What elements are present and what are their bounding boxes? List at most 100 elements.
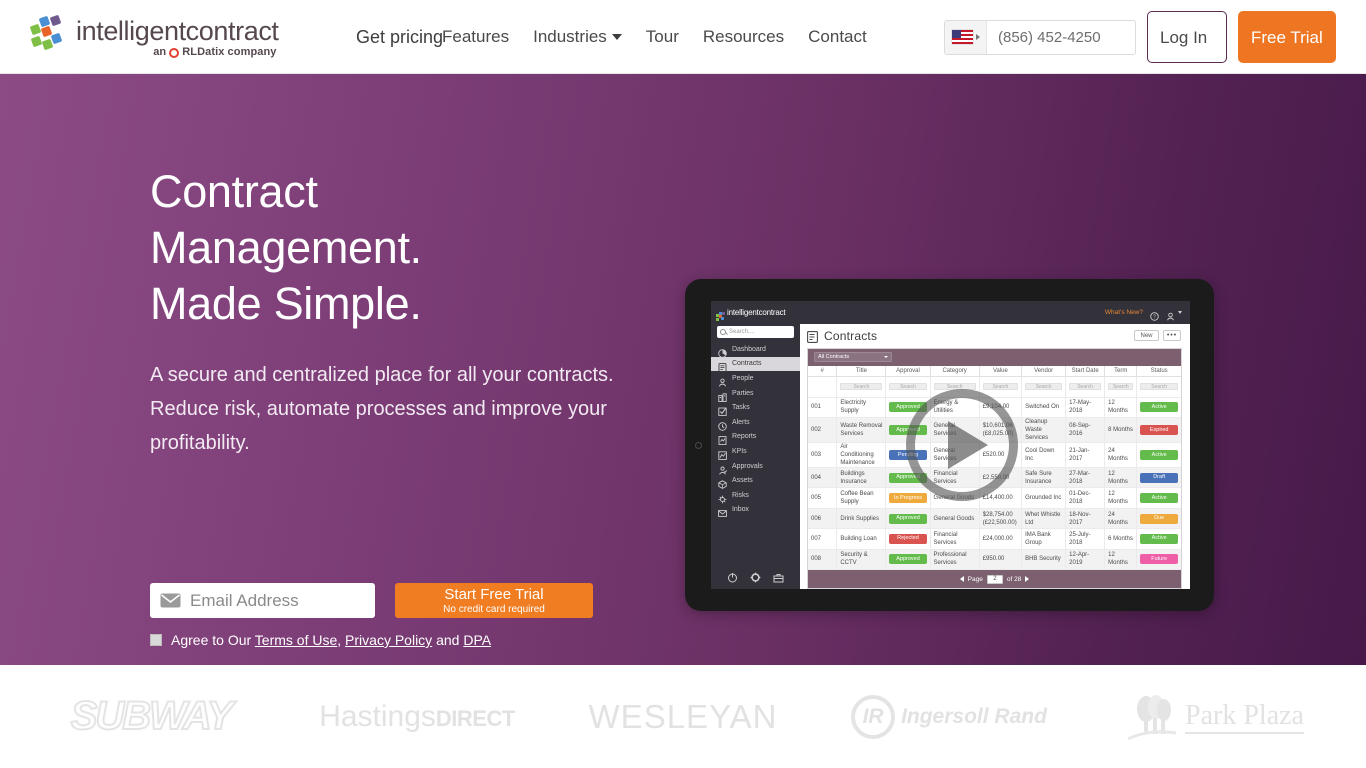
sidebar-item-parties[interactable]: Parties (711, 386, 800, 402)
column-header[interactable]: Category (930, 365, 980, 378)
table-header-row: # Title Approval Category Value Vendor Start D… (808, 365, 1181, 378)
sidebar-item-inbox[interactable]: Inbox (711, 503, 800, 518)
status-badge: Future (1140, 554, 1178, 565)
email-input-wrapper[interactable]: Email Address (150, 583, 375, 618)
sidebar-item-reports[interactable]: Reports (711, 430, 800, 446)
nav-item-tour[interactable]: Tour (634, 27, 691, 47)
sidebar-item-alerts[interactable]: Alerts (711, 415, 800, 431)
intelligentcontract-logo-icon (30, 14, 72, 54)
sidebar-item-contracts[interactable]: Contracts (711, 356, 800, 373)
cell-status: Active (1136, 442, 1181, 469)
table-row[interactable]: 006 Drink Supplies Approved General Goods $2… (808, 508, 1181, 530)
client-logo-hastings-direct: HastingsDIRECT (284, 677, 550, 757)
agree-comma: , (337, 632, 342, 648)
risks-icon (718, 491, 727, 504)
column-header[interactable]: Status (1136, 365, 1181, 378)
cell-status: Active (1136, 528, 1181, 550)
table-row[interactable]: 007 Building Loan Rejected Financial Servic… (808, 528, 1181, 550)
agree-checkbox[interactable] (150, 634, 162, 646)
sidebar-item-kpis[interactable]: KPIs (711, 444, 800, 460)
nav-item-contact[interactable]: Contact (796, 27, 879, 47)
column-search-input[interactable]: Search (1108, 383, 1134, 391)
whats-new-link[interactable]: What's New? (1105, 309, 1143, 316)
next-page-icon[interactable] (1025, 576, 1030, 582)
sidebar-item-tasks[interactable]: Tasks (711, 400, 800, 417)
status-badge: Active (1140, 493, 1178, 504)
log-in-button[interactable]: Log In (1147, 11, 1227, 63)
column-search-row: Search Search Search Search Search Search Sear… (808, 376, 1181, 398)
sidebar-item-dashboard[interactable]: Dashboard (711, 342, 800, 358)
terms-of-use-link[interactable]: Terms of Use (255, 632, 337, 648)
headline-line-1: Contract (150, 166, 318, 217)
new-contract-button[interactable]: New (1134, 330, 1159, 342)
column-header[interactable]: Start Date (1065, 365, 1106, 378)
cell-title: Building Loan (836, 528, 887, 550)
column-header[interactable]: Title (836, 365, 887, 378)
column-search-cell: Search (1065, 376, 1106, 398)
help-icon[interactable]: ? (1150, 308, 1159, 321)
page-number-input[interactable]: 2 (986, 574, 1003, 584)
sidebar-item-assets[interactable]: Assets (711, 473, 800, 490)
user-icon[interactable] (1166, 308, 1175, 321)
gear-icon[interactable] (750, 570, 761, 582)
status-badge: Approved (889, 554, 927, 565)
cell-title: Waste Removal Services (836, 417, 887, 444)
svg-text:?: ? (1153, 314, 1156, 320)
chevron-down-icon[interactable] (1178, 310, 1182, 314)
column-search-input[interactable]: Search (1025, 383, 1063, 391)
column-search-input[interactable]: Search (982, 383, 1019, 391)
nav-item-get-pricing[interactable]: Get pricing (356, 27, 443, 47)
column-search-input[interactable]: Search (889, 383, 927, 391)
more-options-button[interactable]: ••• (1163, 330, 1181, 342)
column-search-input[interactable]: Search (1069, 383, 1102, 391)
cell-approval: Rejected (885, 528, 931, 550)
status-badge: Draft (1140, 472, 1178, 483)
contracts-filter-select[interactable]: All Contracts (814, 352, 892, 363)
play-video-button[interactable] (906, 389, 1018, 501)
cell-approval: Approved (885, 508, 931, 530)
tablet-camera-icon (695, 442, 702, 449)
column-search-input[interactable]: Search (1140, 383, 1178, 391)
logo-tagline: an RLDatix company (76, 46, 279, 59)
nav-industries-label: Industries (533, 27, 607, 46)
sidebar-item-approvals[interactable]: Approvals (711, 459, 800, 475)
table-row[interactable]: 008 Security & CCTV Approved Professional S… (808, 549, 1181, 571)
nav-item-industries[interactable]: Industries (521, 27, 634, 47)
column-header[interactable]: Term (1104, 365, 1138, 378)
power-icon[interactable] (727, 570, 738, 582)
column-search-cell: Search (885, 376, 931, 398)
app-search-input[interactable]: Search.... (717, 326, 794, 338)
sidebar-item-risks[interactable]: Risks (711, 488, 800, 504)
phone-number: (856) 452-4250 (998, 28, 1101, 46)
park-plaza-logo: Park Plaza (1126, 693, 1304, 741)
people-icon (718, 374, 727, 387)
column-header[interactable]: Vendor (1021, 365, 1067, 378)
cell-value: $28,754.00 (£22,500.00) (979, 508, 1023, 530)
column-header[interactable]: Value (979, 365, 1023, 378)
table-row[interactable]: 005 Coffee Bean Supply In Progress General … (808, 487, 1181, 509)
approvals-icon (718, 462, 728, 475)
column-header[interactable]: # (808, 365, 838, 378)
sidebar-item-label: Inbox (732, 506, 749, 514)
grid-toolbar: All Contracts (808, 348, 1181, 366)
column-header[interactable]: Approval (885, 365, 931, 378)
client-logo-wesleyan: WESLEYAN (550, 677, 816, 757)
site-logo[interactable]: intelligentcontract an RLDatix company (30, 14, 279, 59)
briefcase-icon[interactable] (773, 570, 784, 582)
phone-selector[interactable]: (856) 452-4250 (944, 19, 1136, 55)
nav-item-resources[interactable]: Resources (691, 27, 796, 47)
chevron-down-icon (611, 34, 622, 40)
nav-item-features[interactable]: Features (430, 27, 521, 47)
agree-prefix: Agree to Our (171, 632, 252, 648)
sidebar-item-label: People (732, 374, 754, 382)
dpa-link[interactable]: DPA (463, 632, 491, 648)
start-free-trial-button[interactable]: Start Free Trial No credit card required (395, 583, 593, 618)
signup-form: Email Address Start Free Trial No credit… (150, 583, 593, 618)
prev-page-icon[interactable] (959, 576, 964, 582)
free-trial-button[interactable]: Free Trial (1238, 11, 1336, 63)
privacy-policy-link[interactable]: Privacy Policy (345, 632, 432, 648)
country-flag-selector[interactable] (945, 20, 987, 54)
cell-start-date: 21-Jan-2017 (1065, 442, 1106, 469)
column-search-input[interactable]: Search (840, 383, 883, 391)
sidebar-item-people[interactable]: People (711, 371, 800, 387)
